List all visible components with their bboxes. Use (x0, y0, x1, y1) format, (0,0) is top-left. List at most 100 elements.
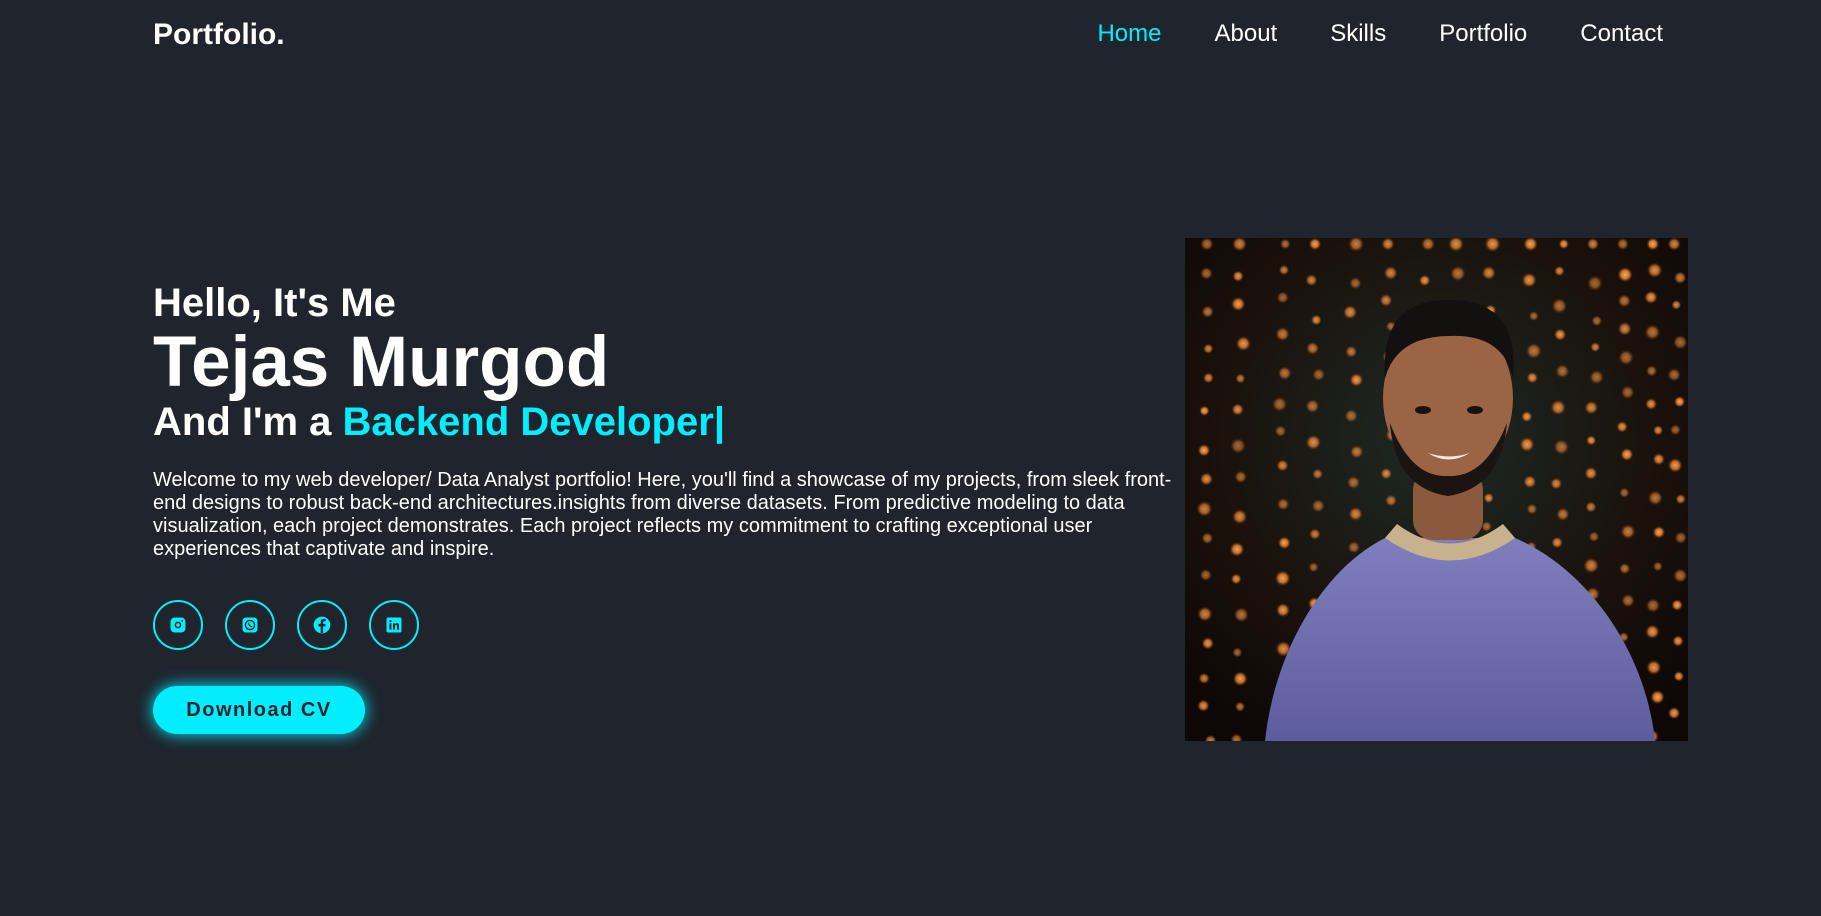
bokeh-light (1620, 385, 1635, 400)
nav-skills[interactable]: Skills (1330, 20, 1386, 48)
bokeh-light (1617, 294, 1631, 308)
bokeh-light (1418, 274, 1431, 287)
greeting: Hello, It's Me (153, 281, 396, 325)
bokeh-light (1279, 238, 1291, 250)
bokeh-light (1616, 238, 1629, 251)
bokeh-light (1276, 497, 1290, 511)
bokeh-light (1349, 277, 1362, 290)
facebook-icon (313, 616, 331, 634)
bokeh-light (1587, 275, 1603, 291)
bokeh-light (1588, 531, 1600, 542)
linkedin-link[interactable] (369, 600, 419, 650)
bokeh-light (1347, 541, 1361, 554)
bokeh-light (1667, 368, 1681, 382)
bokeh-light (1277, 366, 1292, 381)
site-header: Portfolio. Home About Skills Portfolio C… (0, 0, 1821, 72)
bokeh-light (1583, 557, 1600, 574)
bokeh-light (1235, 373, 1246, 384)
bokeh-light (1229, 541, 1245, 557)
main-nav: Home About Skills Portfolio Contact (1097, 20, 1663, 48)
bokeh-light (1234, 470, 1247, 484)
bokeh-light (1272, 396, 1288, 412)
bokeh-light (1232, 671, 1248, 687)
bokeh-light (1344, 409, 1358, 423)
bokeh-light (1450, 265, 1466, 282)
bokeh-light (1312, 468, 1324, 480)
bokeh-light (1667, 706, 1681, 720)
bokeh-light (1551, 536, 1563, 549)
bokeh-light (1619, 487, 1630, 498)
bokeh-light (1556, 507, 1570, 521)
bokeh-light (1646, 262, 1663, 278)
bokeh-light (1521, 411, 1533, 423)
bokeh-light (1275, 326, 1290, 342)
bokeh-light (1345, 345, 1358, 358)
download-cv-button[interactable]: Download CV (153, 686, 365, 734)
bokeh-light (1525, 342, 1542, 359)
bokeh-light (1203, 343, 1214, 354)
role-line: And I'm a Backend Developer| (153, 399, 1183, 445)
bokeh-light (1553, 439, 1570, 455)
bokeh-light (1305, 274, 1318, 287)
bokeh-light (1673, 271, 1687, 285)
social-links (153, 600, 1183, 650)
typing-cursor: | (713, 400, 726, 444)
bokeh-light (1521, 272, 1537, 288)
bokeh-light (1650, 689, 1665, 705)
profile-photo (1185, 238, 1688, 741)
bokeh-light (1621, 593, 1635, 608)
nav-contact[interactable]: Contact (1580, 20, 1663, 48)
bokeh-light (1672, 635, 1684, 647)
bokeh-light (1652, 453, 1665, 466)
linkedin-icon (386, 617, 402, 633)
bokeh-light (1201, 305, 1214, 318)
nav-portfolio[interactable]: Portfolio (1439, 20, 1527, 48)
hero-content: Hello, It's Me Tejas Murgod And I'm a Ba… (153, 280, 1183, 734)
nav-about[interactable]: About (1215, 20, 1278, 48)
bokeh-light (1348, 506, 1363, 522)
bokeh-light (1231, 403, 1244, 416)
whatsapp-icon (242, 617, 258, 633)
bokeh-light (1585, 501, 1597, 513)
bokeh-light (1671, 299, 1682, 310)
bokeh-light (1200, 266, 1213, 280)
bokeh-light (1342, 305, 1358, 320)
instagram-link[interactable] (153, 600, 203, 650)
bokeh-light (1646, 238, 1660, 251)
bokeh-light (1618, 349, 1634, 366)
bokeh-light (1308, 238, 1322, 251)
facebook-link[interactable] (297, 600, 347, 650)
bokeh-light (1306, 341, 1320, 355)
bokeh-light (1652, 561, 1663, 572)
bokeh-light (1647, 490, 1663, 506)
bokeh-light (1274, 570, 1291, 587)
bokeh-light (1305, 399, 1320, 414)
bokeh-light (1674, 531, 1688, 545)
bokeh-light (1278, 264, 1290, 276)
logo[interactable]: Portfolio. (153, 18, 285, 52)
intro-paragraph: Welcome to my web developer/ Data Analys… (153, 469, 1172, 560)
bokeh-light (1349, 373, 1364, 387)
bokeh-light (1645, 624, 1660, 639)
role-highlight: Backend Developer (342, 400, 714, 444)
bokeh-light (1645, 365, 1658, 377)
role-prefix: And I'm a (153, 400, 343, 444)
bokeh-light (1653, 425, 1664, 436)
bokeh-light (1230, 296, 1246, 312)
bokeh-light (1645, 598, 1661, 613)
nav-home[interactable]: Home (1097, 20, 1161, 48)
whatsapp-link[interactable] (225, 600, 275, 650)
bokeh-light (1644, 290, 1658, 304)
bokeh-light (1675, 493, 1686, 505)
bokeh-light (1198, 672, 1210, 685)
bokeh-light (1646, 659, 1662, 675)
bokeh-light (1274, 425, 1287, 437)
bokeh-light (1617, 321, 1632, 336)
bokeh-light (1483, 492, 1494, 504)
bokeh-light (1644, 324, 1661, 341)
bokeh-light (1619, 562, 1631, 575)
bokeh-light (1197, 699, 1210, 712)
bokeh-light (1230, 573, 1242, 585)
bokeh-light (1550, 399, 1566, 416)
bokeh-light (1384, 494, 1398, 507)
